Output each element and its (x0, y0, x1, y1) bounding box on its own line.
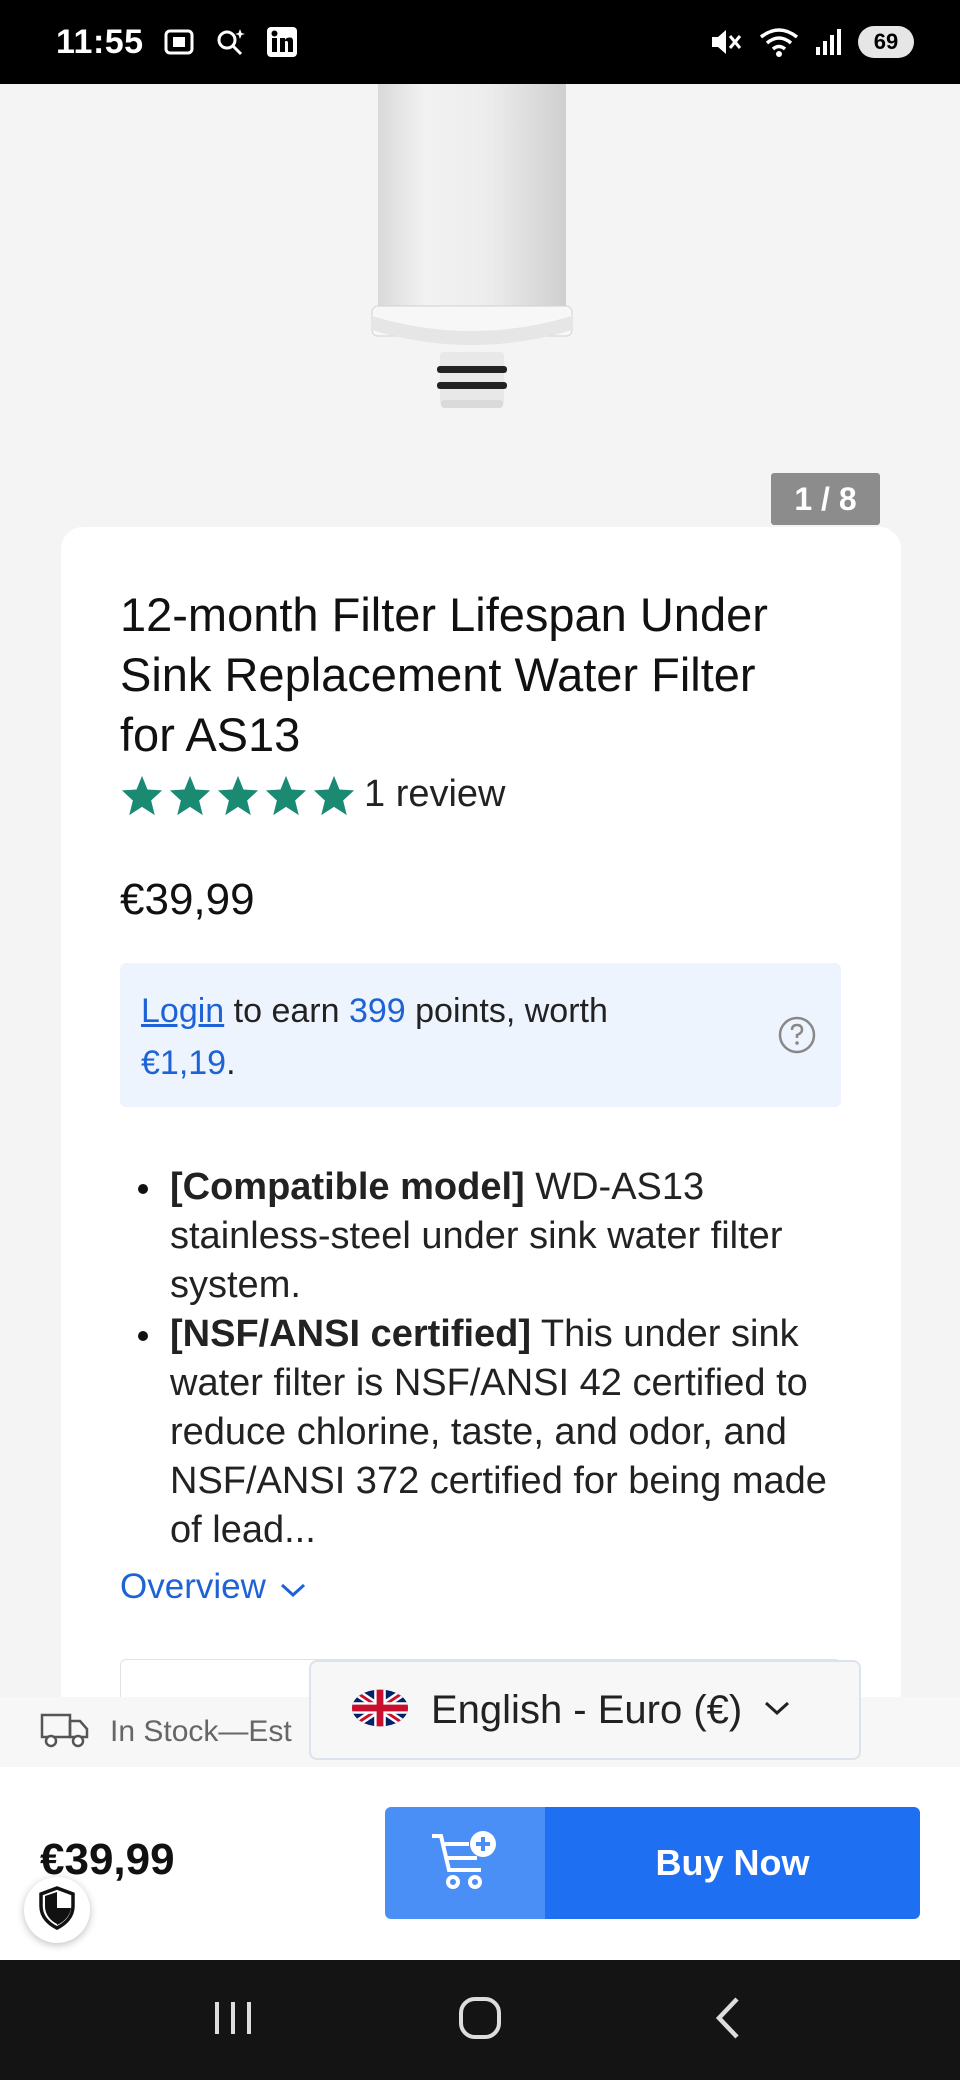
language-currency-selector[interactable]: English - Euro (€) (309, 1660, 861, 1760)
image-counter: 1 / 8 (771, 473, 880, 525)
home-icon (457, 1995, 503, 2046)
overview-label: Overview (120, 1567, 266, 1606)
cart-plus-icon (429, 1828, 501, 1899)
search-sparkle-icon (214, 25, 248, 59)
points-text-2: points, worth (405, 992, 608, 1030)
product-rating[interactable]: 1 review (120, 773, 506, 816)
chevron-down-icon (764, 1700, 790, 1721)
uk-flag-icon (351, 1688, 409, 1733)
points-text-3: . (226, 1044, 236, 1082)
points-value: 399 (348, 992, 406, 1030)
feature-heading: [Compatible model] (170, 1166, 525, 1208)
status-right: 69 (708, 25, 914, 59)
home-button[interactable] (430, 1970, 530, 2070)
product-title: 12-month Filter Lifespan Under Sink Repl… (120, 588, 768, 761)
star-icon (217, 775, 259, 815)
points-text-1: to earn (224, 992, 349, 1030)
login-link[interactable]: Login (141, 992, 224, 1030)
overview-toggle[interactable]: Overview (120, 1567, 306, 1607)
feature-list: [Compatible model] WD-AS13 stainless-ste… (120, 1163, 840, 1555)
buy-now-button[interactable]: Buy Now (545, 1807, 920, 1919)
water-filter-cartridge-image (371, 84, 573, 408)
screenshot-icon (162, 25, 196, 59)
star-icon (265, 775, 307, 815)
question-circle-icon[interactable] (777, 1015, 817, 1070)
status-time: 11:55 (56, 22, 144, 61)
product-gallery[interactable]: 1 / 8 (0, 84, 960, 525)
recent-apps-button[interactable] (183, 1970, 283, 2070)
star-icon (313, 775, 355, 815)
shield-icon (37, 1885, 77, 1935)
language-label: English - Euro (€) (431, 1687, 743, 1732)
add-to-cart-button[interactable] (385, 1807, 545, 1919)
points-worth-value: €1,19 (141, 1044, 227, 1082)
chevron-down-icon (280, 1567, 306, 1607)
mute-icon (708, 25, 744, 59)
back-icon (711, 1995, 743, 2046)
linkedin-icon (266, 26, 298, 58)
star-icon (169, 775, 211, 815)
buy-bar: €39,99 Buy Now (0, 1767, 960, 1960)
feature-heading: [NSF/ANSI certified] (170, 1313, 532, 1355)
status-bar: 11:55 69 (0, 0, 960, 84)
back-button[interactable] (677, 1970, 777, 2070)
product-price: €39,99 (120, 875, 255, 924)
points-banner: Login to earn 399 points, worth €1,19. (120, 963, 841, 1107)
signal-icon (814, 27, 844, 57)
security-shield-button[interactable] (24, 1877, 90, 1943)
star-rating (120, 774, 356, 816)
review-count: 1 review (364, 773, 506, 815)
stock-text: In Stock—Est (110, 1715, 292, 1748)
product-card: 12-month Filter Lifespan Under Sink Repl… (61, 527, 901, 1739)
star-icon (121, 775, 163, 815)
status-left: 11:55 (56, 23, 298, 62)
truck-icon (40, 1709, 90, 1756)
feature-item: [Compatible model] WD-AS13 stainless-ste… (120, 1163, 840, 1310)
recent-apps-icon (211, 1998, 255, 2043)
system-nav-bar (0, 1960, 960, 2080)
wifi-icon (758, 25, 800, 59)
feature-item: [NSF/ANSI certified] This under sink wat… (120, 1310, 840, 1555)
battery-icon: 69 (858, 26, 914, 58)
screen: 11:55 69 1 / 8 12-month Filter Lifespan … (0, 0, 960, 2080)
